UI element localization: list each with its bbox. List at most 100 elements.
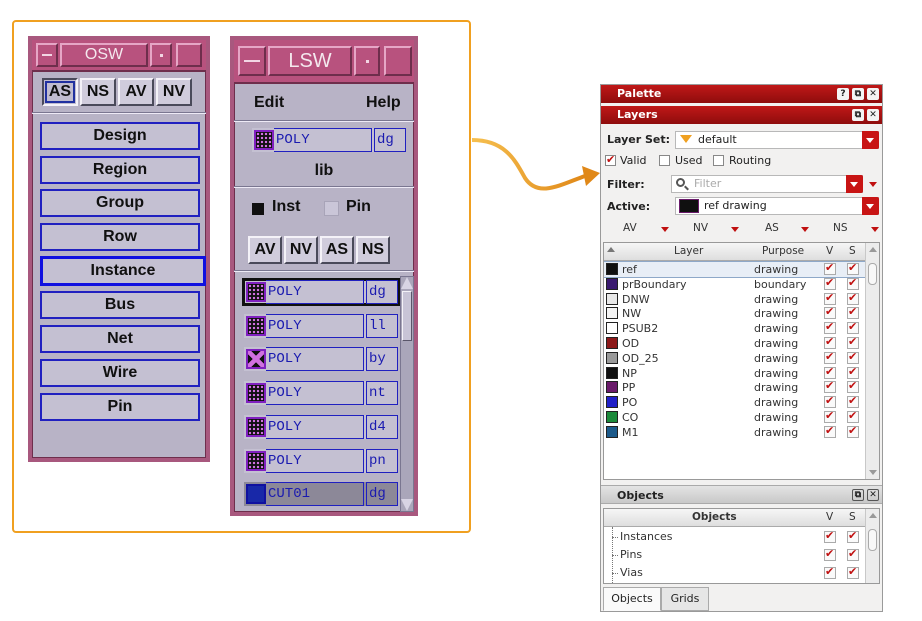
- selectable-checkbox[interactable]: [847, 320, 859, 335]
- selectable-checkbox[interactable]: [847, 365, 859, 379]
- layer-row-m1[interactable]: M1 drawing: [604, 424, 866, 440]
- net-button[interactable]: Net: [40, 325, 200, 353]
- layer-row-pp[interactable]: PP drawing: [604, 379, 866, 395]
- lsw-as-button[interactable]: AS: [320, 236, 354, 264]
- layer-row-po[interactable]: PO drawing: [604, 394, 866, 410]
- selectable-checkbox[interactable]: [847, 276, 859, 290]
- scroll-thumb[interactable]: [402, 291, 412, 341]
- layer-row-poly-by[interactable]: POLY by: [244, 347, 398, 371]
- purpose-column-header[interactable]: Purpose: [762, 245, 804, 257]
- layer-row-poly-dg[interactable]: POLY dg: [242, 278, 400, 306]
- visible-checkbox[interactable]: [824, 335, 836, 349]
- instances-selectable-checkbox[interactable]: [847, 529, 859, 543]
- as-chevron-icon[interactable]: [801, 227, 809, 232]
- visible-checkbox[interactable]: [824, 379, 836, 394]
- design-button[interactable]: Design: [40, 122, 200, 150]
- tab-grids[interactable]: Grids: [661, 587, 709, 611]
- layer-row-nw[interactable]: NW drawing: [604, 305, 866, 321]
- group-button[interactable]: Group: [40, 189, 200, 217]
- scroll-up-arrow-icon[interactable]: [869, 513, 877, 518]
- objects-column-header[interactable]: Objects: [692, 511, 737, 523]
- selectable-checkbox[interactable]: [847, 424, 859, 438]
- objects-scrollbar[interactable]: [865, 509, 879, 583]
- vias-selectable-checkbox[interactable]: [847, 565, 859, 579]
- selectable-column-header[interactable]: S: [849, 511, 856, 523]
- instance-button[interactable]: Instance: [40, 256, 206, 286]
- wire-button[interactable]: Wire: [40, 359, 200, 387]
- visible-checkbox[interactable]: [824, 291, 836, 305]
- osw-toggle-av[interactable]: AV: [118, 78, 154, 106]
- layer-row-np[interactable]: NP drawing: [604, 365, 866, 381]
- ns-menu[interactable]: NS: [833, 222, 848, 234]
- current-layer[interactable]: POLY dg: [252, 128, 406, 152]
- object-row-vias[interactable]: Vias: [604, 565, 866, 581]
- close-icon[interactable]: ✕: [867, 489, 879, 501]
- selectable-checkbox[interactable]: [847, 394, 859, 409]
- valid-checkbox[interactable]: [605, 153, 616, 166]
- scroll-down-arrow-icon[interactable]: [869, 470, 877, 475]
- layer-row-poly-pn[interactable]: POLY pn: [244, 449, 398, 473]
- scroll-thumb[interactable]: [868, 529, 877, 551]
- layer-row-prboundary[interactable]: prBoundary boundary: [604, 276, 866, 292]
- selectable-checkbox[interactable]: [847, 409, 859, 423]
- minimize-button[interactable]: [354, 46, 380, 76]
- inst-checkbox[interactable]: [252, 203, 264, 215]
- maximize-button[interactable]: [176, 43, 202, 67]
- layers-scrollbar[interactable]: [865, 243, 879, 479]
- visible-checkbox[interactable]: [824, 320, 836, 335]
- float-icon[interactable]: ⧉: [852, 489, 864, 501]
- layer-row-poly-nt[interactable]: POLY nt: [244, 381, 398, 405]
- osw-toggle-nv[interactable]: NV: [156, 78, 192, 106]
- visible-column-header[interactable]: V: [826, 511, 833, 523]
- used-checkbox[interactable]: [659, 155, 670, 166]
- av-chevron-icon[interactable]: [661, 227, 669, 232]
- row-button[interactable]: Row: [40, 223, 200, 251]
- layer-row-ref[interactable]: ref drawing: [604, 261, 867, 278]
- maximize-button[interactable]: [384, 46, 412, 76]
- selectable-column-header[interactable]: S: [849, 245, 856, 257]
- nv-menu[interactable]: NV: [693, 222, 708, 234]
- visible-checkbox[interactable]: [824, 394, 836, 409]
- object-row-pins[interactable]: Pins: [604, 547, 866, 563]
- vias-visible-checkbox[interactable]: [824, 565, 836, 579]
- selectable-checkbox[interactable]: [847, 335, 859, 349]
- chevron-down-icon[interactable]: [862, 131, 879, 149]
- sort-icon[interactable]: [607, 247, 615, 252]
- layer-row-od[interactable]: OD drawing: [604, 335, 866, 351]
- layer-row-cut01-dg[interactable]: CUT01 dg: [244, 482, 398, 506]
- menu-edit[interactable]: Edit: [254, 94, 284, 112]
- filter-options-icon[interactable]: [869, 182, 877, 187]
- visible-column-header[interactable]: V: [826, 245, 833, 257]
- lsw-nv-button[interactable]: NV: [284, 236, 318, 264]
- selectable-checkbox[interactable]: [847, 350, 859, 364]
- float-icon[interactable]: ⧉: [852, 109, 864, 121]
- filter-input[interactable]: Filter: [671, 175, 863, 193]
- layer-row-od-25[interactable]: OD_25 drawing: [604, 350, 866, 366]
- help-icon[interactable]: ?: [837, 88, 849, 100]
- pins-visible-checkbox[interactable]: [824, 547, 836, 561]
- layer-set-dropdown[interactable]: default: [675, 131, 879, 149]
- pins-selectable-checkbox[interactable]: [847, 547, 859, 561]
- object-row-instances[interactable]: Instances: [604, 529, 866, 545]
- region-button[interactable]: Region: [40, 156, 200, 184]
- visible-checkbox[interactable]: [824, 365, 836, 379]
- visible-checkbox[interactable]: [824, 350, 836, 364]
- selectable-checkbox[interactable]: [847, 379, 859, 394]
- close-icon[interactable]: ✕: [867, 109, 879, 121]
- window-menu-button[interactable]: [238, 46, 266, 76]
- lsw-scrollbar[interactable]: [400, 276, 414, 512]
- window-menu-button[interactable]: [36, 43, 58, 67]
- visible-checkbox[interactable]: [824, 409, 836, 423]
- av-menu[interactable]: AV: [623, 222, 637, 234]
- selectable-checkbox[interactable]: [847, 291, 859, 305]
- lsw-ns-button[interactable]: NS: [356, 236, 390, 264]
- selectable-checkbox[interactable]: [847, 305, 859, 320]
- nv-chevron-icon[interactable]: [731, 227, 739, 232]
- scroll-thumb[interactable]: [868, 263, 877, 285]
- scroll-down-arrow-icon[interactable]: [401, 499, 413, 511]
- chevron-down-icon[interactable]: [846, 175, 863, 193]
- scroll-up-arrow-icon[interactable]: [401, 277, 413, 289]
- layer-row-dnw[interactable]: DNW drawing: [604, 291, 866, 307]
- lsw-av-button[interactable]: AV: [248, 236, 282, 264]
- close-icon[interactable]: ✕: [867, 88, 879, 100]
